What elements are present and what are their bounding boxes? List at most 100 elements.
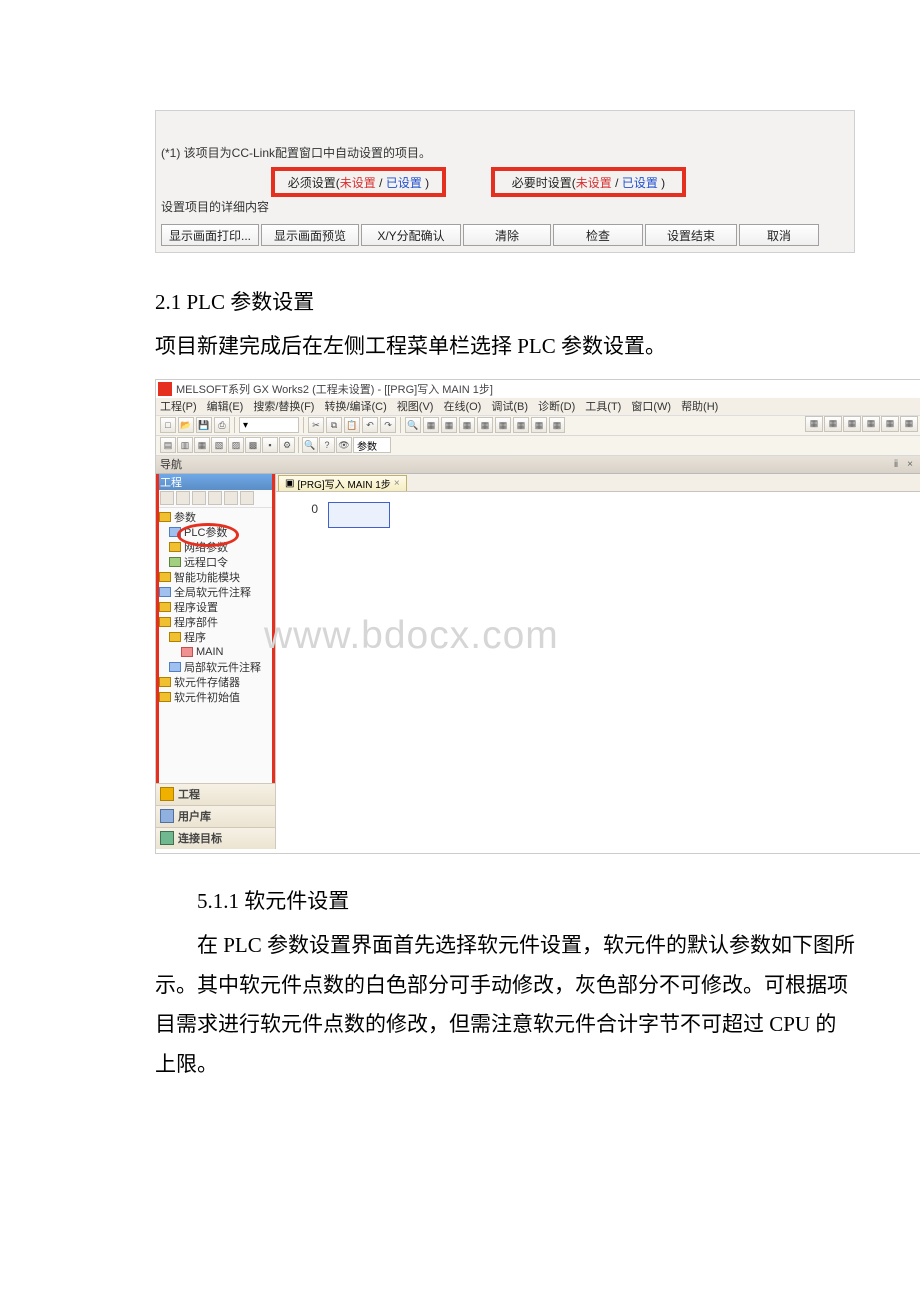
toolbar-dropdown-2[interactable]: 参数 [353, 437, 391, 453]
menu-help[interactable]: 帮助(H) [681, 398, 718, 414]
section-2-1: 2.1 PLC 参数设置 项目新建完成后在左侧工程菜单栏选择 PLC 参数设置。 [155, 283, 855, 367]
toolbar-icon[interactable]: ▦ [549, 417, 565, 433]
editor-tab-main[interactable]: ▣ [PRG]写入 MAIN 1步 × [278, 475, 407, 491]
toolbar-icon[interactable]: ▨ [228, 437, 244, 453]
menu-online[interactable]: 在线(O) [443, 398, 481, 414]
nav-toolbar-icon[interactable] [192, 491, 206, 505]
nav-tab-project[interactable]: 工程 [156, 783, 275, 805]
toolbar-icon[interactable]: ▥ [177, 437, 193, 453]
menu-compile[interactable]: 转换/编译(C) [324, 398, 386, 414]
toolbar-sep [298, 437, 299, 453]
paste-icon[interactable]: 📋 [344, 417, 360, 433]
toolbar-icon[interactable]: ▦ [805, 416, 823, 432]
menu-view[interactable]: 视图(V) [397, 398, 434, 414]
nav-toolbar-icon[interactable] [208, 491, 222, 505]
toolbar-icon[interactable]: ▦ [843, 416, 861, 432]
nav-tab-connection[interactable]: 连接目标 [156, 827, 275, 849]
check-button[interactable]: 检查 [553, 224, 643, 246]
open-icon[interactable]: 📂 [178, 417, 194, 433]
module-icon [159, 572, 171, 582]
nav-pin-close[interactable]: ⅱ × [894, 459, 920, 470]
redo-icon[interactable]: ↷ [380, 417, 396, 433]
preview-screen-button[interactable]: 显示画面预览 [261, 224, 359, 246]
menu-project[interactable]: 工程(P) [160, 398, 197, 414]
save-icon[interactable]: 💾 [196, 417, 212, 433]
section-5-1-1-title: 5.1.1 软元件设置 [155, 882, 855, 922]
folder-icon [159, 692, 171, 702]
toolbar-icon[interactable]: ▦ [423, 417, 439, 433]
folder-icon [169, 632, 181, 642]
toolbar-icon[interactable]: ▦ [862, 416, 880, 432]
nav-toolbar-icon[interactable] [176, 491, 190, 505]
cancel-button[interactable]: 取消 [739, 224, 819, 246]
print-icon[interactable]: ⎙ [214, 417, 230, 433]
undo-icon[interactable]: ↶ [362, 417, 378, 433]
rung-number: 0 [284, 502, 324, 516]
app-icon [158, 382, 172, 396]
tree-item-plc-params[interactable]: PLC参数 [159, 525, 272, 540]
new-icon[interactable]: □ [160, 417, 176, 433]
nav-tab-userlib[interactable]: 用户库 [156, 805, 275, 827]
tree-item-device-memory[interactable]: 软元件存储器 [159, 675, 272, 690]
folder-icon [159, 677, 171, 687]
nav-toolbar-icon[interactable] [240, 491, 254, 505]
params-icon [169, 527, 181, 537]
binoculars-icon[interactable]: 👁 [336, 437, 352, 453]
toolbar-icon[interactable]: ▦ [495, 417, 511, 433]
tree-item-intelligent-module[interactable]: 智能功能模块 [159, 570, 272, 585]
program-icon [181, 647, 193, 657]
tree-item-remote-password[interactable]: 远程口令 [159, 555, 272, 570]
ladder-editor[interactable]: 0 [276, 492, 920, 542]
toolbar-icon[interactable]: ▦ [513, 417, 529, 433]
key-icon [169, 557, 181, 567]
zoom-in-icon[interactable]: 🔍 [302, 437, 318, 453]
gear-icon[interactable]: ⚙ [279, 437, 295, 453]
toolbar-icon[interactable]: ▩ [245, 437, 261, 453]
menu-tool[interactable]: 工具(T) [585, 398, 621, 414]
copy-icon[interactable]: ⧉ [326, 417, 342, 433]
tree-item-local-comment[interactable]: 局部软元件注释 [159, 660, 272, 675]
toolbar-icon[interactable]: ▧ [211, 437, 227, 453]
tree-item-device-initial[interactable]: 软元件初始值 [159, 690, 272, 705]
project-header: 工程 [156, 474, 275, 490]
toolbar-icon[interactable]: ▦ [881, 416, 899, 432]
find-icon[interactable]: 🔍 [405, 417, 421, 433]
toolbar-icon[interactable]: ▦ [477, 417, 493, 433]
menu-window[interactable]: 窗口(W) [631, 398, 671, 414]
tree-item-program-parts[interactable]: 程序部件 [159, 615, 272, 630]
folder-icon [169, 542, 181, 552]
toolbar-icon[interactable]: ▤ [160, 437, 176, 453]
tree-item-program[interactable]: 程序 [159, 630, 272, 645]
toolbar-sep [303, 417, 304, 433]
nav-toolbar-icon[interactable] [224, 491, 238, 505]
toolbar-icon[interactable]: ▦ [824, 416, 842, 432]
nav-bottom-tabs: 工程 用户库 连接目标 [156, 783, 275, 849]
xy-assign-confirm-button[interactable]: X/Y分配确认 [361, 224, 461, 246]
clear-button[interactable]: 清除 [463, 224, 551, 246]
menu-find[interactable]: 搜索/替换(F) [253, 398, 314, 414]
toolbar-icon[interactable]: ▦ [900, 416, 918, 432]
nav-toolbar-icon[interactable] [160, 491, 174, 505]
tree-item-program-setting[interactable]: 程序设置 [159, 600, 272, 615]
tree-item-global-comment[interactable]: 全局软元件注释 [159, 585, 272, 600]
toolbar-dropdown[interactable]: ▾ [239, 417, 299, 433]
toolbar-icon[interactable]: ▦ [459, 417, 475, 433]
menu-edit[interactable]: 编辑(E) [207, 398, 244, 414]
close-icon[interactable]: × [394, 478, 400, 489]
help-icon[interactable]: ? [319, 437, 335, 453]
app-title: MELSOFT系列 GX Works2 (工程未设置) - [[PRG]写入 M… [176, 381, 493, 397]
tree-item-main[interactable]: MAIN [159, 645, 272, 660]
toolbar-icon[interactable]: ▪ [262, 437, 278, 453]
toolbar-icon[interactable]: ▦ [531, 417, 547, 433]
menu-debug[interactable]: 调试(B) [491, 398, 528, 414]
toolbar-icon[interactable]: ▦ [441, 417, 457, 433]
menu-diagnose[interactable]: 诊断(D) [538, 398, 575, 414]
print-screen-button[interactable]: 显示画面打印... [161, 224, 259, 246]
project-tree: 参数 PLC参数 网络参数 远程口令 智能功能模块 全局软元件注释 程序设置 程… [156, 508, 275, 707]
toolbar-sep [234, 417, 235, 433]
finish-settings-button[interactable]: 设置结束 [645, 224, 737, 246]
rung-selection[interactable] [328, 502, 390, 528]
toolbar-icon[interactable]: ▦ [194, 437, 210, 453]
folder-icon [159, 602, 171, 612]
cut-icon[interactable]: ✂ [308, 417, 324, 433]
